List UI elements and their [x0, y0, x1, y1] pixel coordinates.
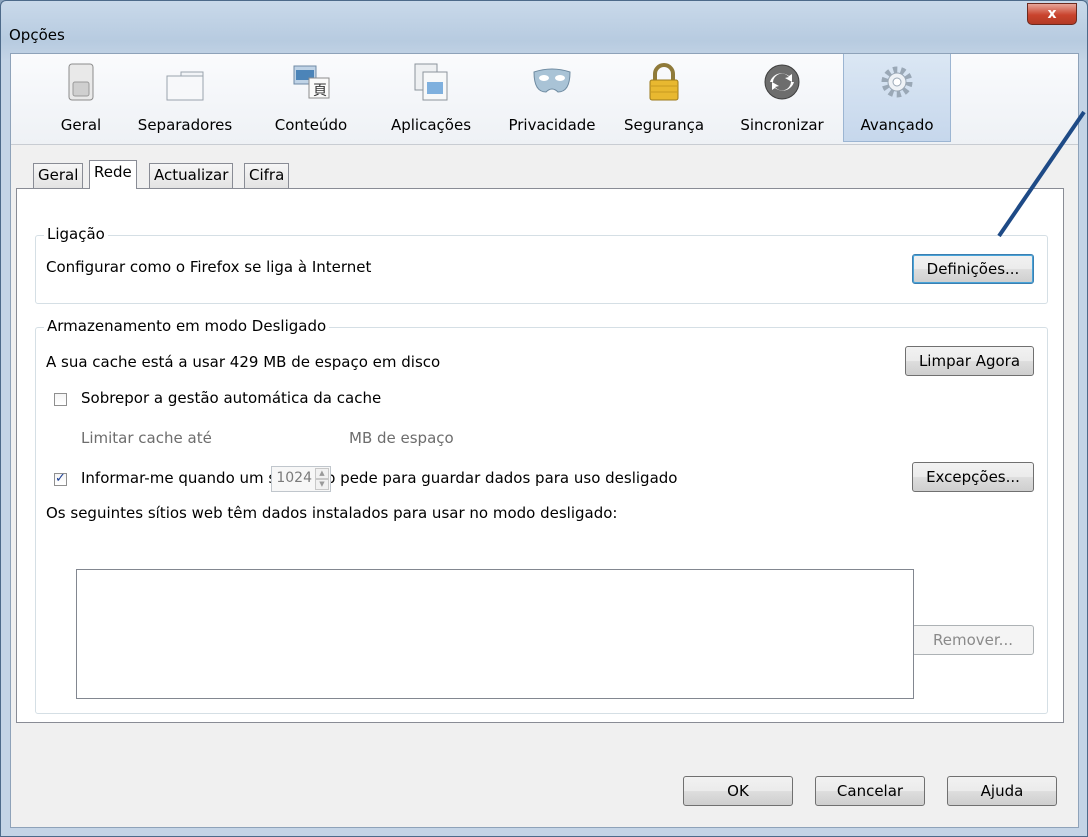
toolbar-tabs[interactable]: Separadores — [126, 54, 244, 142]
toolbar-content[interactable]: 頁 Conteúdo — [261, 54, 361, 142]
limit-cache-label: Limitar cache até — [81, 429, 212, 447]
toolbar-sync[interactable]: Sincronizar — [728, 54, 836, 142]
toolbar-label: Avançado — [860, 116, 934, 134]
limit-cache-unit: MB de espaço — [349, 429, 454, 447]
offline-sites-label: Os seguintes sítios web têm dados instal… — [46, 504, 618, 522]
help-button[interactable]: Ajuda — [947, 776, 1057, 806]
tabs-icon — [166, 71, 204, 101]
tab-update[interactable]: Actualizar — [149, 163, 234, 188]
checkmark-icon: ✓ — [55, 471, 66, 486]
override-cache-checkbox[interactable] — [54, 393, 67, 406]
title-bar[interactable]: Opções x — [1, 1, 1087, 53]
toolbar-label: Geral — [60, 116, 102, 134]
connection-description: Configurar como o Firefox se liga à Inte… — [46, 258, 372, 276]
close-button[interactable]: x — [1027, 3, 1077, 25]
remove-button[interactable]: Remover... — [912, 625, 1034, 655]
dialog-content: Geral Separadores 頁 Conteúdo Aplicações … — [10, 53, 1079, 828]
gear-icon — [881, 66, 913, 98]
ok-button[interactable]: OK — [683, 776, 793, 806]
stepper-up-icon[interactable]: ▲ — [315, 468, 329, 479]
toolbar-label: Privacidade — [508, 116, 596, 134]
network-tab-panel: Ligação Configurar como o Firefox se lig… — [16, 188, 1064, 723]
toolbar-label: Separadores — [137, 116, 233, 134]
connection-settings-button[interactable]: Definições... — [912, 254, 1034, 284]
toolbar-label: Conteúdo — [274, 116, 348, 134]
clear-cache-button[interactable]: Limpar Agora — [905, 346, 1034, 376]
padlock-icon — [649, 63, 679, 101]
mask-icon — [533, 68, 571, 93]
cache-limit-value: 1024 — [276, 470, 312, 486]
switch-icon — [68, 63, 94, 101]
sync-icon — [764, 64, 800, 100]
cancel-button[interactable]: Cancelar — [815, 776, 925, 806]
cache-usage-text: A sua cache está a usar 429 MB de espaço… — [46, 353, 441, 371]
toolbar-privacy[interactable]: Privacidade — [498, 54, 606, 142]
toolbar-label: Segurança — [623, 116, 705, 134]
svg-text:頁: 頁 — [313, 83, 327, 99]
toolbar-label: Aplicações — [390, 116, 472, 134]
connection-group-title: Ligação — [44, 225, 108, 243]
stepper-down-icon[interactable]: ▼ — [315, 479, 329, 490]
preferences-toolbar: Geral Separadores 頁 Conteúdo Aplicações … — [11, 54, 1078, 145]
cache-limit-stepper[interactable]: 1024 ▲ ▼ — [271, 466, 331, 492]
notify-offline-label[interactable]: Informar-me quando um sítio web pede par… — [81, 469, 677, 487]
options-window: Opções x Geral Separadores 頁 Conteúdo Ap… — [0, 0, 1088, 837]
toolbar-general[interactable]: Geral — [50, 54, 112, 142]
tab-network[interactable]: Rede — [89, 160, 137, 189]
toolbar-applications[interactable]: Aplicações — [376, 54, 486, 142]
connection-group: Ligação Configurar como o Firefox se lig… — [35, 225, 1048, 304]
exceptions-button[interactable]: Excepções... — [912, 462, 1034, 492]
window-title: Opções — [9, 26, 65, 44]
applications-icon — [414, 63, 448, 101]
toolbar-label: Sincronizar — [740, 116, 824, 134]
offline-sites-list[interactable] — [76, 569, 914, 699]
content-icon: 頁 — [293, 65, 330, 99]
tab-general[interactable]: Geral — [33, 163, 84, 188]
tab-encryption[interactable]: Cifra — [244, 163, 290, 188]
notify-offline-checkbox[interactable]: ✓ — [54, 471, 67, 486]
override-cache-label[interactable]: Sobrepor a gestão automática da cache — [81, 389, 381, 407]
offline-group-title: Armazenamento em modo Desligado — [44, 317, 330, 335]
toolbar-security[interactable]: Segurança — [614, 54, 714, 142]
toolbar-advanced[interactable]: Avançado — [843, 54, 951, 142]
